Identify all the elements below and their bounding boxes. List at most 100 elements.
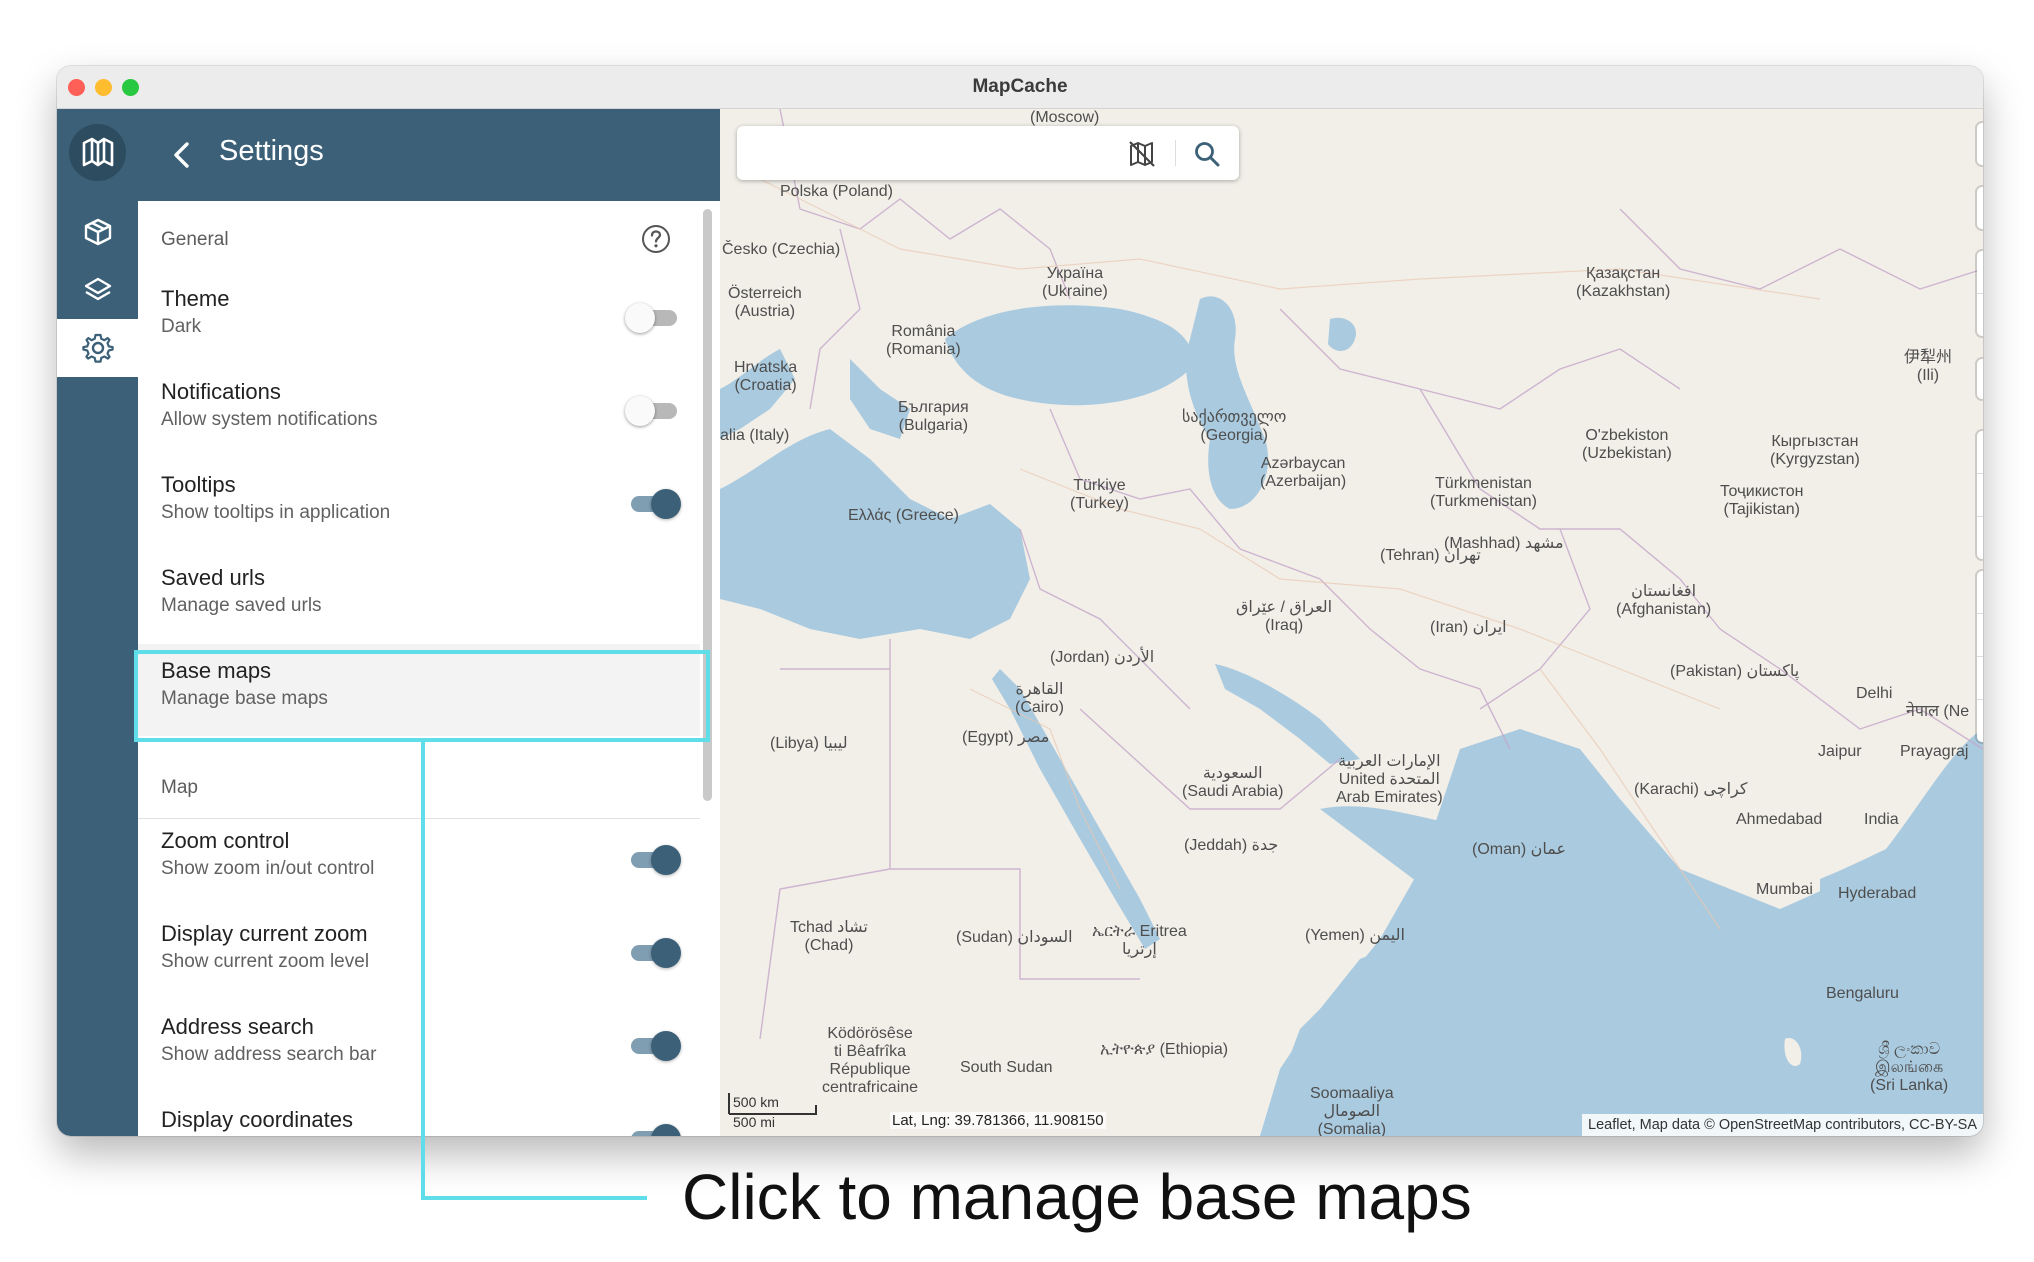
search-icon[interactable] [1193, 140, 1221, 168]
map-label: (Jeddah) جدة [1184, 837, 1279, 854]
map-label: (Karachi) کراچی [1634, 781, 1748, 798]
display-coordinates-toggle[interactable] [628, 1124, 681, 1136]
map-label: العراق / عێراق (Iraq) [1236, 599, 1333, 634]
setting-notifications[interactable]: Notifications Allow system notifications [138, 365, 700, 457]
grid-control[interactable] [1977, 187, 1983, 229]
scale-mi: 500 mi [733, 1114, 776, 1130]
setting-saved-urls-desc: Manage saved urls [161, 595, 322, 616]
setting-theme-label: Theme [161, 286, 230, 311]
layer-order-icon[interactable] [1977, 517, 1983, 559]
tooltips-toggle[interactable] [628, 489, 681, 519]
map-label: नेपाल (Ne [1906, 703, 1970, 720]
setting-saved-urls[interactable]: Saved urls Manage saved urls [138, 551, 700, 643]
setting-display-coordinates-label: Display coordinates [161, 1107, 353, 1132]
map-label: Azərbaycan (Azerbaijan) [1260, 455, 1347, 490]
setting-display-zoom-label: Display current zoom [161, 921, 368, 946]
display-zoom-toggle[interactable] [628, 938, 681, 968]
address-search-input[interactable] [751, 138, 1115, 170]
drawing-control[interactable] [1977, 571, 1983, 742]
map-label: Soomaaliya الصومال (Somalia) [1310, 1085, 1394, 1136]
map-label: ශ්‍රී ලංකාව இலங்கை (Sri Lanka) [1870, 1041, 1949, 1094]
callout-highlight [134, 650, 710, 742]
map-label: (Tehran) تهران [1380, 547, 1481, 564]
coordinates-readout: Lat, Lng: 39.781366, 11.908150 [890, 1112, 1106, 1129]
setting-saved-urls-label: Saved urls [161, 565, 265, 590]
zoom-control-toggle[interactable] [628, 845, 681, 875]
map-label: Polska (Poland) [780, 183, 893, 200]
map-label: السعودية (Saudi Arabia) [1182, 765, 1284, 800]
notifications-toggle[interactable] [625, 396, 678, 426]
map-label: Bengaluru [1826, 985, 1899, 1002]
map-label: (Egypt) مصر [962, 729, 1050, 746]
basemap-control[interactable] [1977, 123, 1983, 165]
map-label: ኤርትራ Eritrea إرتريا [1092, 923, 1187, 958]
marker-icon[interactable] [1977, 571, 1983, 614]
back-arrow-icon[interactable] [166, 138, 200, 172]
setting-zoom-control[interactable]: Zoom control Show zoom in/out control [138, 814, 700, 906]
zoom-in-button[interactable] [1977, 251, 1983, 294]
callout-connector-horizontal [421, 1196, 647, 1200]
nav-rail [57, 109, 138, 1136]
fit-bounds-icon[interactable] [1977, 431, 1983, 474]
map-label: (Sudan) السودان [956, 929, 1073, 946]
clear-layers-icon[interactable] [1977, 474, 1983, 517]
polyline-icon[interactable] [1977, 700, 1983, 742]
map-off-icon[interactable] [1127, 140, 1157, 168]
layers-icon[interactable] [57, 261, 138, 319]
setting-display-zoom[interactable]: Display current zoom Show current zoom l… [138, 907, 700, 999]
settings-header: Settings [138, 109, 720, 201]
grid-icon[interactable] [1977, 187, 1983, 229]
settings-panel: Settings General Theme Dark Notification… [138, 109, 720, 1136]
zoom-window-button[interactable] [122, 79, 139, 96]
map-label: България (Bulgaria) [898, 399, 969, 434]
setting-notifications-label: Notifications [161, 379, 281, 404]
help-icon[interactable] [641, 224, 671, 254]
zoom-out-button[interactable] [1977, 294, 1983, 336]
setting-theme[interactable]: Theme Dark [138, 272, 700, 364]
address-search-toggle[interactable] [628, 1031, 681, 1061]
title-bar: MapCache [57, 66, 1983, 109]
rectangle-icon[interactable] [1977, 657, 1983, 700]
map-label: Mumbai [1756, 881, 1813, 898]
zoom-control[interactable] [1977, 251, 1983, 336]
map-label: Hrvatska (Croatia) [734, 359, 798, 394]
map-label: România (Romania) [886, 323, 961, 358]
window-controls [68, 79, 139, 96]
map-label: (Moscow) [1030, 109, 1100, 126]
setting-address-search[interactable]: Address search Show address search bar [138, 1000, 700, 1092]
setting-tooltips[interactable]: Tooltips Show tooltips in application [138, 458, 700, 550]
map-label: Кыргызстан (Kyrgyzstan) [1770, 433, 1860, 468]
close-window-button[interactable] [68, 79, 85, 96]
cube-icon[interactable] [57, 203, 138, 261]
setting-tooltips-desc: Show tooltips in application [161, 502, 391, 523]
setting-address-search-label: Address search [161, 1014, 314, 1039]
address-search-box [737, 126, 1239, 180]
minimize-window-button[interactable] [95, 79, 112, 96]
setting-display-coordinates[interactable]: Display coordinates [138, 1093, 700, 1136]
map-label: Қазақстан (Kazakhstan) [1576, 265, 1671, 300]
section-general-label: General [161, 229, 229, 250]
map-label: Ahmedabad [1736, 811, 1823, 828]
map-attribution[interactable]: Leaflet, Map data © OpenStreetMap contri… [1582, 1114, 1983, 1136]
draw-tools-control[interactable] [1977, 431, 1983, 559]
map-label: Prayagraj [1900, 743, 1969, 760]
setting-display-zoom-desc: Show current zoom level [161, 951, 370, 972]
window-title: MapCache [972, 76, 1068, 97]
app-window: MapCache Settings General Theme Dark Not… [57, 66, 1983, 1136]
map-label: (Pakistan) پاکستان [1670, 663, 1800, 680]
scale-km: 500 km [733, 1094, 779, 1110]
map-label: Jaipur [1818, 743, 1862, 760]
map-label: (Iran) ایران [1430, 619, 1507, 636]
map-label: Delhi [1856, 685, 1893, 702]
setting-tooltips-label: Tooltips [161, 472, 236, 497]
section-map-label: Map [161, 777, 198, 798]
theme-toggle[interactable] [625, 303, 678, 333]
mapcache-logo-icon[interactable] [69, 124, 126, 181]
map-label: (Oman) عمان [1472, 841, 1567, 858]
settings-gear-icon[interactable] [57, 319, 138, 377]
map-view[interactable]: (Moscow) Polska (Poland) Česko (Czechia)… [720, 109, 1983, 1136]
basemap-map-icon[interactable] [1977, 123, 1983, 165]
map-label: Ködörösêse ti Bêafrîka République centra… [822, 1025, 919, 1096]
map-tiles [720, 109, 1983, 1136]
polygon-icon[interactable] [1977, 614, 1983, 657]
